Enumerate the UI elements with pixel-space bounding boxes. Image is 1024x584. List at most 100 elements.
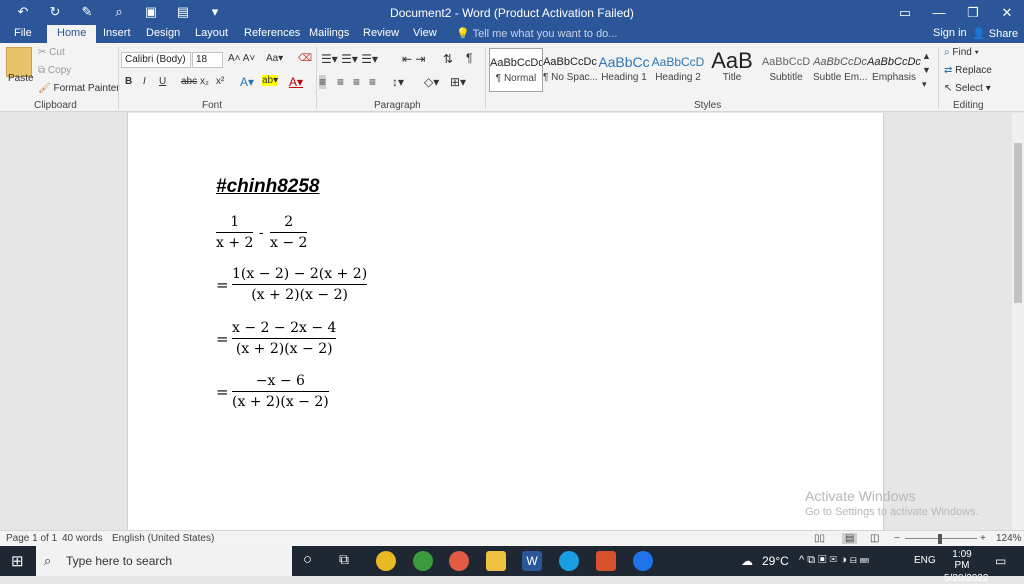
editing-group-label: Editing bbox=[953, 100, 984, 111]
styles-scroll-icon[interactable]: ▲ ▼ ▾ bbox=[922, 49, 931, 91]
select-button[interactable]: ↖ Select ▾ bbox=[944, 83, 991, 94]
style-preview: AaBbCcDc bbox=[867, 56, 921, 68]
read-mode-icon[interactable]: ▯▯ bbox=[814, 533, 825, 544]
cortana-icon[interactable]: ○ bbox=[303, 551, 312, 568]
document-heading[interactable]: #chinh8258 bbox=[216, 176, 320, 198]
restore-icon[interactable]: ❐ bbox=[956, 0, 990, 25]
align-left-icon[interactable]: ≡ bbox=[319, 75, 327, 89]
page-count[interactable]: Page 1 of 1 bbox=[6, 533, 57, 544]
app-orange-icon[interactable] bbox=[596, 551, 616, 571]
tray-icons[interactable]: ^ ⧉ ▣ ✉ ◑ ⊟ ⌨ bbox=[799, 554, 869, 567]
tab-insert[interactable]: Insert bbox=[103, 27, 131, 39]
word-icon[interactable]: W bbox=[522, 551, 542, 571]
find-icon: ⌕ bbox=[944, 47, 950, 58]
taskbar-search[interactable]: ⌕ Type here to search bbox=[36, 546, 292, 576]
font-color-icon[interactable]: A▾ bbox=[289, 75, 303, 89]
indent-icon[interactable]: ⇤ ⇥ bbox=[402, 52, 425, 66]
close-icon[interactable]: ✕ bbox=[990, 0, 1024, 25]
copy-button[interactable]: ⧉ Copy bbox=[38, 65, 71, 76]
tab-layout[interactable]: Layout bbox=[195, 27, 228, 39]
weather-icon[interactable]: ☁ bbox=[741, 554, 753, 568]
style-heading-2[interactable]: AaBbCcD Heading 2 bbox=[651, 48, 705, 92]
highlight-icon[interactable]: ab▾ bbox=[262, 75, 279, 86]
zoom-out-icon[interactable]: − bbox=[894, 533, 900, 544]
task-view-icon[interactable]: ⧉ bbox=[339, 551, 349, 568]
print-layout-icon[interactable]: ▤ bbox=[842, 533, 858, 544]
style-emphasis[interactable]: AaBbCcDc Emphasis bbox=[867, 48, 921, 92]
italic-button[interactable]: I bbox=[143, 76, 146, 87]
zoom-slider-thumb[interactable] bbox=[938, 534, 942, 544]
subscript-button[interactable]: x₂ bbox=[200, 76, 209, 87]
equation-fraction-2[interactable]: 1(x − 2) − 2(x + 2) (x + 2)(x − 2) bbox=[232, 264, 368, 305]
cut-button[interactable]: ✂ Cut bbox=[38, 47, 65, 58]
sign-in-link[interactable]: Sign in bbox=[933, 27, 967, 39]
app-red-icon[interactable] bbox=[449, 551, 469, 571]
style-subtle-emphasis[interactable]: AaBbCcDc Subtle Em... bbox=[813, 48, 867, 92]
status-bar: Page 1 of 1 40 words English (United Sta… bbox=[0, 530, 1024, 546]
temperature[interactable]: 29°C bbox=[762, 554, 789, 568]
align-right-icon[interactable]: ≡ bbox=[353, 75, 360, 89]
zoom-level[interactable]: 124% bbox=[996, 533, 1022, 544]
app-green-icon[interactable] bbox=[413, 551, 433, 571]
equation-fraction-3[interactable]: x − 2 − 2x − 4 (x + 2)(x − 2) bbox=[232, 318, 337, 359]
bold-button[interactable]: B bbox=[125, 76, 132, 87]
tab-home[interactable]: Home bbox=[47, 25, 97, 43]
chrome-icon[interactable] bbox=[376, 551, 396, 571]
replace-label: Replace bbox=[955, 65, 992, 76]
style-title[interactable]: AaB Title bbox=[705, 48, 759, 92]
replace-button[interactable]: ⇄ Replace bbox=[944, 65, 992, 76]
zoom-in-icon[interactable]: + bbox=[980, 533, 986, 544]
tell-me-box[interactable]: 💡 Tell me what you want to do... bbox=[456, 27, 617, 40]
style-subtitle[interactable]: AaBbCcD Subtitle bbox=[759, 48, 813, 92]
file-explorer-icon[interactable] bbox=[486, 551, 506, 571]
borders-icon[interactable]: ⊞▾ bbox=[450, 75, 466, 89]
style-no-spacing[interactable]: AaBbCcDc ¶ No Spac... bbox=[543, 48, 597, 92]
shading-icon[interactable]: ◇▾ bbox=[424, 75, 439, 89]
tab-mailings[interactable]: Mailings bbox=[309, 27, 349, 39]
underline-button[interactable]: U bbox=[159, 76, 166, 87]
copy-icon: ⧉ bbox=[38, 65, 46, 76]
scroll-thumb[interactable] bbox=[1014, 143, 1022, 303]
equation-fraction-1b[interactable]: 2 x − 2 bbox=[270, 212, 308, 253]
tab-file[interactable]: File bbox=[14, 27, 32, 39]
zalo-icon[interactable] bbox=[633, 551, 653, 571]
windows-start-icon[interactable]: ⊞ bbox=[11, 552, 24, 570]
input-language[interactable]: ENG bbox=[914, 555, 936, 566]
minimize-icon[interactable]: — bbox=[922, 0, 956, 25]
style-normal[interactable]: AaBbCcDc ¶ Normal bbox=[489, 48, 543, 92]
grow-font-icon[interactable]: A˄ A˅ bbox=[228, 53, 255, 64]
ribbon-display-icon[interactable]: ▭ bbox=[888, 0, 922, 25]
style-heading-1[interactable]: AaBbCc Heading 1 bbox=[597, 48, 651, 92]
bullets-icon[interactable]: ☰▾ ☰▾ ☰▾ bbox=[321, 52, 378, 66]
strikethrough-button[interactable]: abc bbox=[181, 76, 197, 87]
language-indicator[interactable]: English (United States) bbox=[112, 533, 214, 544]
tab-design[interactable]: Design bbox=[146, 27, 180, 39]
edge-icon[interactable] bbox=[559, 551, 579, 571]
web-layout-icon[interactable]: ◫ bbox=[870, 533, 879, 544]
tab-review[interactable]: Review bbox=[363, 27, 399, 39]
tab-view[interactable]: View bbox=[413, 27, 437, 39]
equation-fraction-1a[interactable]: 1 x + 2 bbox=[216, 212, 254, 253]
share-button[interactable]: 👤 Share bbox=[972, 27, 1018, 40]
format-painter-button[interactable]: 🖌 Format Painter bbox=[38, 83, 120, 94]
vertical-scrollbar[interactable] bbox=[1012, 113, 1024, 530]
find-button[interactable]: ⌕ Find ▾ bbox=[944, 47, 979, 58]
word-count[interactable]: 40 words bbox=[62, 533, 103, 544]
equation-fraction-4[interactable]: −x − 6 (x + 2)(x − 2) bbox=[232, 371, 329, 412]
clock[interactable]: 1:09 PM 5/20/2022 bbox=[944, 549, 989, 584]
notification-icon[interactable]: ▭ bbox=[995, 554, 1006, 568]
paste-button[interactable]: Paste bbox=[8, 73, 34, 84]
tab-references[interactable]: References bbox=[244, 27, 300, 39]
font-size-select[interactable]: 18 bbox=[192, 52, 223, 68]
align-center-icon[interactable]: ≡ bbox=[337, 75, 344, 89]
change-case-icon[interactable]: Aa▾ bbox=[266, 53, 283, 64]
font-name-select[interactable]: Calibri (Body) bbox=[121, 52, 191, 68]
justify-icon[interactable]: ≡ bbox=[369, 75, 376, 89]
clear-formatting-icon[interactable]: ⌫ bbox=[298, 53, 312, 64]
pilcrow-icon[interactable]: ¶ bbox=[466, 51, 472, 65]
line-spacing-icon[interactable]: ↕▾ bbox=[392, 75, 404, 89]
text-effects-icon[interactable]: A▾ bbox=[240, 75, 254, 89]
style-preview: AaBbCcDc bbox=[490, 57, 542, 69]
superscript-button[interactable]: x² bbox=[216, 76, 224, 87]
sort-icon[interactable]: ⇅ bbox=[443, 52, 453, 66]
